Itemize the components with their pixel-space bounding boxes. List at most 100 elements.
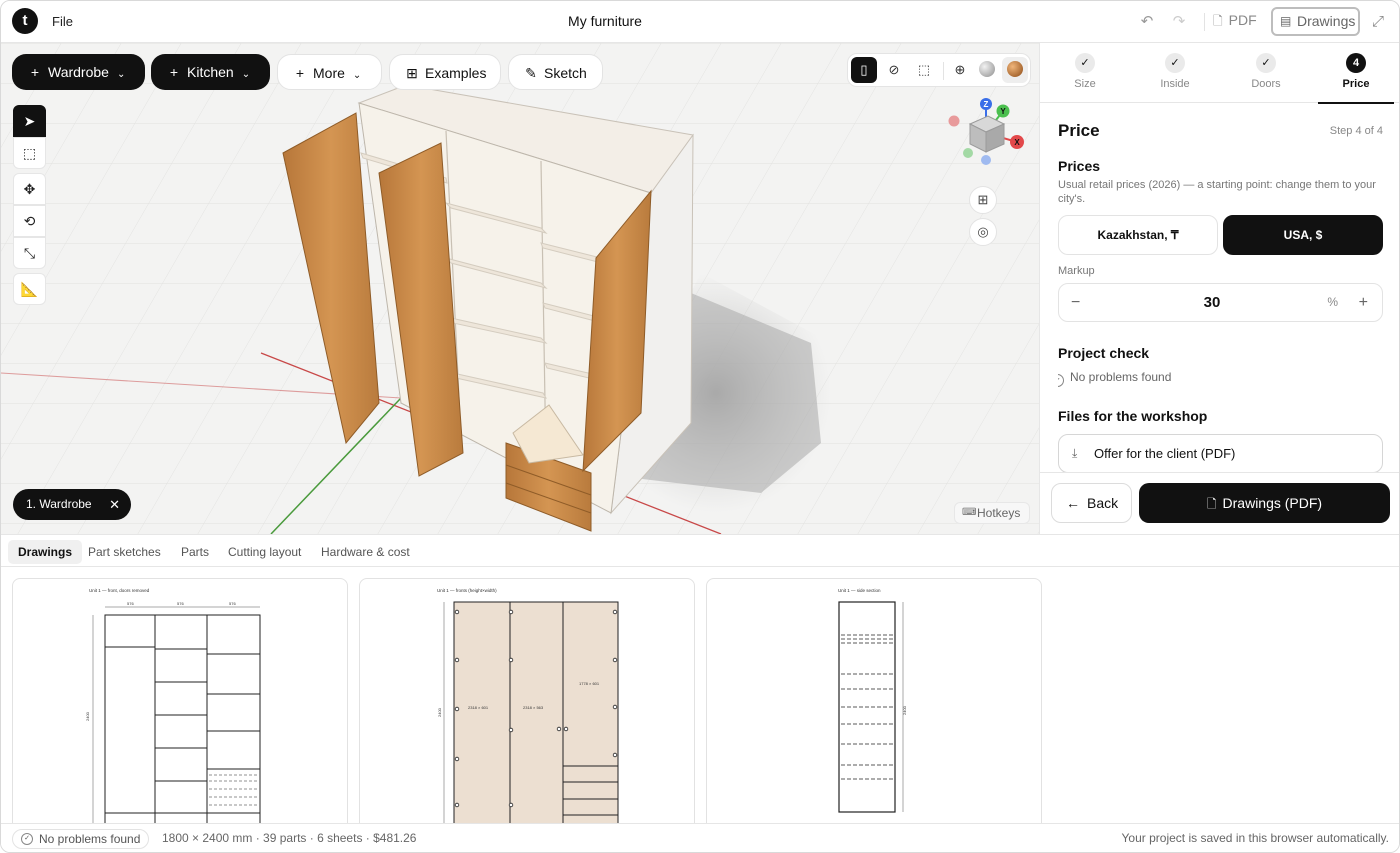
wardrobe-3d-scene[interactable] [1,43,1039,534]
drawer-outlines [209,774,258,806]
examples-label: Examples [425,65,487,81]
dim-width-3: 576 [229,601,236,606]
drawings-pdf-label: Drawings (PDF) [1222,495,1323,511]
tab-parts[interactable]: Parts [171,540,219,564]
more-label: More [313,65,345,81]
undo-icon[interactable]: ↶ [1137,12,1157,32]
add-kitchen-button[interactable]: + Kitchen ⌄ [151,54,270,90]
dimensions-view-icon[interactable]: ⬚ [911,57,937,83]
increase-markup-button[interactable]: + [1359,284,1368,321]
gizmo-neg-y-handle[interactable] [963,148,973,158]
tab-hardware-cost[interactable]: Hardware & cost [311,540,420,564]
prices-heading: Prices [1058,158,1101,174]
clay-material-icon[interactable] [979,61,995,77]
plus-icon: + [169,64,179,80]
offer-pdf-button[interactable]: ⤓ Offer for the client (PDF) [1058,434,1383,473]
markup-label: Markup [1058,265,1095,277]
drawings-toggle-button[interactable]: ▤ Drawings [1271,7,1360,36]
sheet-front-view[interactable]: Unit 1 — front, doors removed 576 576 57… [12,578,348,823]
project-check-heading: Project check [1058,345,1150,361]
drawings-label: Drawings [1297,13,1356,29]
add-wardrobe-button[interactable]: + Wardrobe ⌄ [12,54,145,90]
side-section-drawing: Unit 1 — side section 2400 [838,588,907,813]
dim-height: 2400 [85,711,90,721]
add-kitchen-label: Kitchen [187,64,234,80]
examples-button[interactable]: ⊞ Examples [389,54,501,90]
problems-status-badge[interactable]: ✓ No problems found [12,829,150,849]
markup-value-input[interactable]: 30 [1059,284,1365,321]
doors-closed-view-icon[interactable]: ▯ [851,57,877,83]
fullscreen-icon[interactable]: ⤢ [1368,12,1388,32]
measure-tool-icon[interactable]: 📐 [13,273,46,305]
dim-width-2: 576 [177,601,184,606]
fit-view-icon[interactable]: ◎ [969,218,997,246]
step-doors[interactable]: ✓ Doors [1221,43,1311,103]
keyboard-icon: ⌨ [962,507,977,518]
plus-icon: + [30,64,40,80]
orbit-tool-icon[interactable]: ⟲ [13,205,46,237]
hide-doors-icon[interactable]: ⊘ [881,57,907,83]
fronts-height: 2400 [437,707,442,717]
left-tool-palette: ➤ ⬚ ✥ ⟲ ⤡ 📐 [13,105,46,309]
step-size[interactable]: ✓ Size [1040,43,1130,103]
close-icon[interactable]: ✕ [109,489,120,520]
gizmo-neg-x-handle[interactable] [948,115,960,127]
more-menu-button[interactable]: + More ⌄ [277,54,382,90]
pdf-button[interactable]: 🗋 PDF [1213,12,1257,33]
sketch-label: Sketch [544,65,587,81]
gizmo-y-label: Y [1000,107,1006,116]
gizmo-x-label: X [1014,138,1020,147]
check-icon: ✓ [1075,53,1095,73]
gizmo-neg-z-handle[interactable] [981,155,991,165]
tab-cutting-layout[interactable]: Cutting layout [218,540,311,564]
pdf-label: PDF [1228,12,1257,28]
step-price[interactable]: 4 Price [1311,43,1399,104]
select-tool-icon[interactable]: ➤ [13,105,46,137]
problems-status-text: No problems found [39,832,141,846]
drawing-icon: ▤ [1280,14,1292,28]
project-summary: 1800 × 2400 mm · 39 parts · 6 sheets · $… [162,831,417,845]
region-kazakhstan-button[interactable]: Kazakhstan, ₸ [1058,215,1218,255]
3d-viewport[interactable]: + Wardrobe ⌄ + Kitchen ⌄ + More ⌄ ⊞ Examples ✎ S… [1,43,1039,534]
sheet-fronts-view[interactable]: Unit 1 — fronts (height×width) 2318 × 60… [359,578,695,823]
app-window: t File My furniture ↶ ↷ 🗋 PDF ▤ Drawings ⤢ [0,0,1400,853]
file-icon: 🗋 [1206,497,1217,511]
redo-icon[interactable]: ↷ [1169,12,1189,32]
front-size-2: 2318 × 563 [523,705,544,710]
check-icon: ✓ [1256,53,1276,73]
front-size-1: 2318 × 601 [468,705,489,710]
step-inside[interactable]: ✓ Inside [1130,43,1220,103]
offer-pdf-label: Offer for the client (PDF) [1094,446,1236,461]
autosave-status: Your project is saved in this browser au… [1121,831,1389,845]
sheet-side-section[interactable]: Unit 1 — side section 2400 [706,578,1042,823]
sheet-title: Unit 1 — side section [838,588,881,593]
tab-drawings[interactable]: Drawings [8,540,83,564]
textured-material-icon[interactable] [1007,61,1023,77]
region-usa-button[interactable]: USA, $ [1223,215,1383,255]
plus-icon: + [295,65,305,81]
sketch-button[interactable]: ✎ Sketch [508,54,603,90]
panel-title: Price [1058,121,1100,140]
wireframe-mode-icon[interactable]: ⊕ [947,57,973,83]
side-height: 2400 [902,705,907,715]
toolbar-divider [1204,13,1205,31]
tab-part-sketches[interactable]: Part sketches [78,540,171,564]
grid-toggle-icon[interactable]: ⊞ [969,186,997,214]
front-size-3: 1778 × 601 [579,681,600,686]
hotkeys-button[interactable]: ⌨ Hotkeys [954,502,1030,524]
step-indicator: Step 4 of 4 [1329,125,1383,137]
drawings-pdf-button[interactable]: 🗋 Drawings (PDF) [1139,483,1390,523]
document-title[interactable]: My furniture [1,13,1209,29]
move-tool-icon[interactable]: ✥ [13,173,46,205]
arrow-left-icon: ← [1066,495,1080,511]
unit-chip-label: 1. Wardrobe [26,497,92,511]
axis-gizmo[interactable]: Z Y X [946,98,1026,168]
box-select-tool-icon[interactable]: ⬚ [13,137,46,169]
project-check-result: ✓ No problems found [1058,370,1171,387]
resize-tool-icon[interactable]: ⤡ [13,237,46,269]
selected-unit-chip[interactable]: 1. Wardrobe ✕ [13,489,131,520]
gizmo-z-label: Z [984,100,989,109]
markup-stepper: − 30 % + [1058,283,1383,322]
panel-footer: ← Back 🗋 Drawings (PDF) [1040,472,1399,534]
back-button[interactable]: ← Back [1051,483,1132,523]
